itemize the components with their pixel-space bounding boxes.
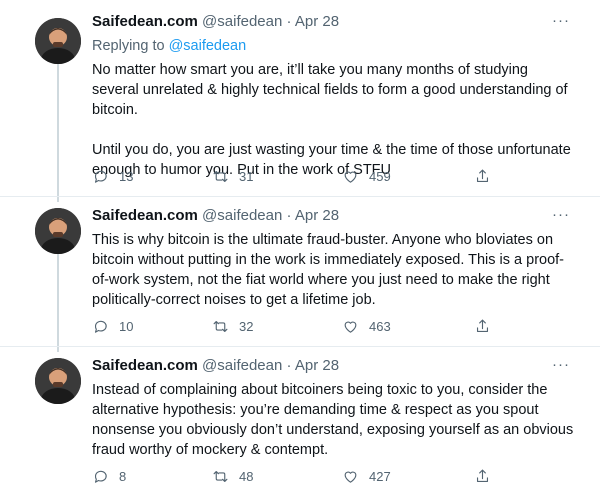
retweet-count: 31	[239, 168, 254, 184]
avatar[interactable]	[35, 208, 81, 254]
tweet[interactable]: Saifedean.com @saifedean · Apr 28 ··· Re…	[0, 12, 600, 202]
share-button[interactable]	[474, 166, 491, 186]
tweet-thread: Saifedean.com @saifedean · Apr 28 ··· Re…	[0, 0, 600, 498]
retweet-count: 48	[239, 468, 254, 484]
retweet-icon	[213, 470, 228, 482]
reply-count: 8	[119, 468, 127, 484]
share-button[interactable]	[474, 316, 491, 336]
like-count: 459	[369, 168, 391, 184]
tweet-date[interactable]: Apr 28	[295, 13, 339, 30]
reply-count: 10	[119, 318, 134, 334]
reply-icon	[94, 170, 107, 183]
more-icon[interactable]: ···	[552, 12, 570, 30]
author-name[interactable]: Saifedean.com	[92, 357, 198, 374]
retweet-button[interactable]: 32	[212, 316, 253, 336]
replying-to-mention[interactable]: @saifedean	[169, 38, 247, 54]
tweet-date[interactable]: Apr 28	[295, 207, 339, 224]
tweet-header: Saifedean.com @saifedean · Apr 28	[92, 12, 339, 32]
like-button[interactable]: 427	[342, 466, 391, 486]
avatar[interactable]	[35, 358, 81, 404]
like-button[interactable]: 459	[342, 166, 391, 186]
more-icon[interactable]: ···	[552, 206, 570, 224]
share-icon	[476, 319, 489, 332]
tweet-actions: 13 31 459	[92, 166, 512, 186]
share-icon	[476, 469, 489, 482]
reply-button[interactable]: 13	[92, 166, 133, 186]
like-button[interactable]: 463	[342, 316, 391, 336]
separator: ·	[286, 207, 292, 224]
like-count: 463	[369, 318, 391, 334]
tweet-paragraph: This is why bitcoin is the ultimate frau…	[92, 232, 565, 308]
author-name[interactable]: Saifedean.com	[92, 207, 198, 224]
tweet-header: Saifedean.com @saifedean · Apr 28	[92, 356, 339, 376]
retweet-icon	[213, 170, 228, 182]
heart-icon	[344, 471, 357, 483]
author-handle[interactable]: @saifedean	[202, 357, 282, 374]
author-handle[interactable]: @saifedean	[202, 13, 282, 30]
tweet-text: No matter how smart you are, it’ll take …	[92, 60, 578, 180]
retweet-button[interactable]: 48	[212, 466, 253, 486]
retweet-icon	[213, 320, 228, 332]
heart-icon	[344, 171, 357, 183]
tweet-actions: 8 48 427	[92, 466, 512, 486]
retweet-button[interactable]: 31	[212, 166, 253, 186]
replying-prefix: Replying to	[92, 38, 169, 54]
reply-icon	[94, 470, 107, 483]
reply-button[interactable]: 10	[92, 316, 133, 336]
tweet-date[interactable]: Apr 28	[295, 357, 339, 374]
tweet-divider	[0, 196, 600, 197]
avatar-image	[35, 18, 81, 64]
tweet-paragraph: Instead of complaining about bitcoiners …	[92, 382, 574, 458]
separator: ·	[286, 357, 292, 374]
share-button[interactable]	[474, 466, 491, 486]
author-name[interactable]: Saifedean.com	[92, 13, 198, 30]
tweet-actions: 10 32 463	[92, 316, 512, 336]
tweet-divider	[0, 346, 600, 347]
heart-icon	[344, 321, 357, 333]
tweet[interactable]: Saifedean.com @saifedean · Apr 28 ··· Th…	[0, 202, 600, 352]
tweet[interactable]: Saifedean.com @saifedean · Apr 28 ··· In…	[0, 352, 600, 498]
tweet-header: Saifedean.com @saifedean · Apr 28	[92, 206, 339, 226]
reply-count: 13	[119, 168, 134, 184]
replying-to: Replying to @saifedean	[92, 36, 246, 56]
share-icon	[476, 169, 489, 182]
retweet-count: 32	[239, 318, 254, 334]
author-handle[interactable]: @saifedean	[202, 207, 282, 224]
avatar[interactable]	[35, 18, 81, 64]
reply-icon	[94, 320, 107, 333]
avatar-image	[35, 208, 81, 254]
more-icon[interactable]: ···	[552, 356, 570, 374]
tweet-text: Instead of complaining about bitcoiners …	[92, 380, 578, 460]
separator: ·	[286, 13, 292, 30]
avatar-image	[35, 358, 81, 404]
reply-button[interactable]: 8	[92, 466, 126, 486]
tweet-paragraph: No matter how smart you are, it’ll take …	[92, 62, 568, 118]
like-count: 427	[369, 468, 391, 484]
tweet-text: This is why bitcoin is the ultimate frau…	[92, 230, 578, 310]
